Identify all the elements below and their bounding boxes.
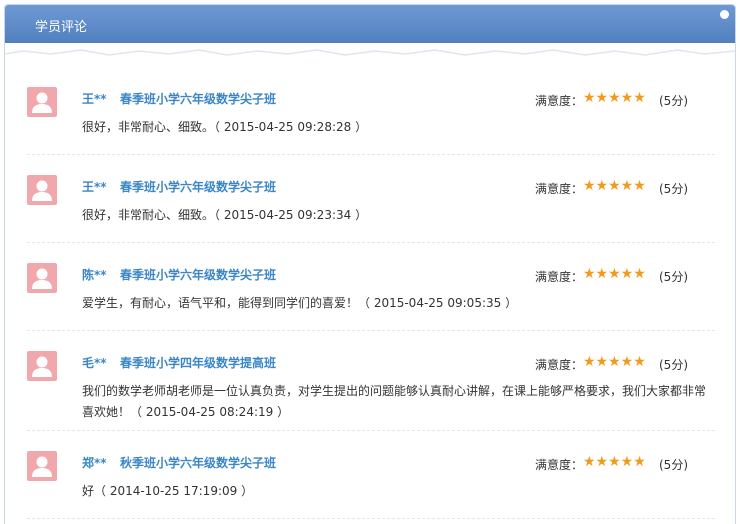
review-item: 陈** 春季班小学六年级数学尖子班 满意度： ★★★★★ (5分) 爱学生，有耐… xyxy=(27,243,715,331)
star-rating-icon: ★★★★★ xyxy=(583,90,646,106)
star-rating-icon: ★★★★★ xyxy=(583,354,646,370)
star-rating-icon: ★★★★★ xyxy=(583,266,646,282)
user-icon xyxy=(32,268,52,289)
rating-label: 满意度： xyxy=(535,458,584,472)
avatar xyxy=(27,351,57,381)
torn-edge-decoration xyxy=(5,43,735,56)
reviewer-name[interactable]: 王** xyxy=(82,90,107,107)
reviewer-name[interactable]: 毛** xyxy=(82,354,107,371)
review-item: 王** 春季班小学六年级数学尖子班 满意度： ★★★★★ (5分) 很好，非常耐… xyxy=(27,67,715,155)
review-item: 王** 春季班小学六年级数学尖子班 满意度： ★★★★★ (5分) 很好，非常耐… xyxy=(27,155,715,243)
panel-header: 学员评论 xyxy=(5,5,735,45)
rating-score: (5分) xyxy=(659,94,688,108)
user-icon xyxy=(32,456,52,477)
review-comment: 好（ 2014-10-25 17:19:09 ） xyxy=(82,484,254,498)
review-comment: 我们的数学老师胡老师是一位认真负责，对学生提出的问题能够认真耐心讲解，在课上能够… xyxy=(82,384,707,419)
user-icon xyxy=(32,356,52,377)
course-link[interactable]: 秋季班小学六年级数学尖子班 xyxy=(120,454,276,471)
review-item: 郑** 秋季班小学六年级数学尖子班 满意度： ★★★★★ (5分) 好（ 201… xyxy=(27,431,715,519)
header-dot-icon xyxy=(720,10,729,19)
reviewer-name[interactable]: 陈** xyxy=(82,266,107,283)
star-rating-icon: ★★★★★ xyxy=(583,454,646,470)
panel-title: 学员评论 xyxy=(35,20,88,35)
user-icon xyxy=(32,92,52,113)
review-comment: 很好，非常耐心、细致。（ 2015-04-25 09:23:34 ） xyxy=(82,208,368,222)
reviewer-name[interactable]: 郑** xyxy=(82,454,107,471)
course-link[interactable]: 春季班小学六年级数学尖子班 xyxy=(120,178,276,195)
review-list: 王** 春季班小学六年级数学尖子班 满意度： ★★★★★ (5分) 很好，非常耐… xyxy=(5,67,735,519)
review-comment: 很好，非常耐心、细致。（ 2015-04-25 09:28:28 ） xyxy=(82,120,368,134)
review-item: 毛** 春季班小学四年级数学提高班 满意度： ★★★★★ (5分) 我们的数学老… xyxy=(27,331,715,431)
rating-label: 满意度： xyxy=(535,94,584,108)
rating-score: (5分) xyxy=(659,458,688,472)
course-link[interactable]: 春季班小学六年级数学尖子班 xyxy=(120,90,276,107)
rating-label: 满意度： xyxy=(535,270,584,284)
course-link[interactable]: 春季班小学四年级数学提高班 xyxy=(120,354,276,371)
rating-label: 满意度： xyxy=(535,358,584,372)
rating-label: 满意度： xyxy=(535,182,584,196)
reviewer-name[interactable]: 王** xyxy=(82,178,107,195)
course-link[interactable]: 春季班小学六年级数学尖子班 xyxy=(120,266,276,283)
avatar xyxy=(27,263,57,293)
avatar xyxy=(27,175,57,205)
rating-score: (5分) xyxy=(659,182,688,196)
student-reviews-panel: 学员评论 王** 春季班小学六年级数学尖子班 满意度： ★★★★★ (5分) 很… xyxy=(4,4,736,524)
rating-score: (5分) xyxy=(659,358,688,372)
user-icon xyxy=(32,180,52,201)
avatar xyxy=(27,87,57,117)
avatar xyxy=(27,451,57,481)
star-rating-icon: ★★★★★ xyxy=(583,178,646,194)
review-comment: 爱学生，有耐心，语气平和，能得到同学们的喜爱！（ 2015-04-25 09:0… xyxy=(82,296,518,310)
rating-score: (5分) xyxy=(659,270,688,284)
